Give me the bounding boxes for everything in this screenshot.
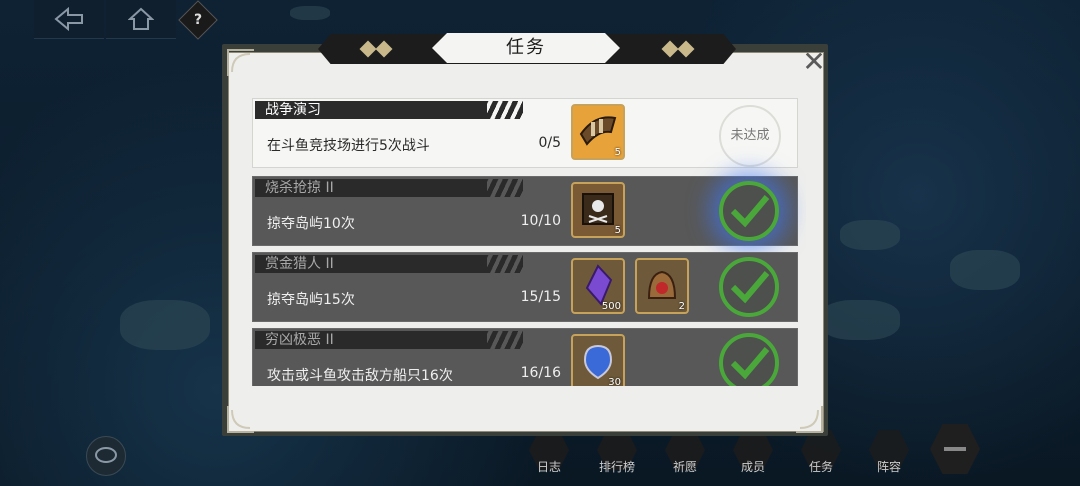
question-icon: ? <box>193 12 203 28</box>
completed-check-button[interactable] <box>719 333 779 386</box>
dialog-title: 任务 <box>432 33 620 63</box>
quest-title: 烧杀抢掠 II <box>255 179 523 197</box>
minus-icon <box>944 447 966 451</box>
bottom-lineup-button[interactable]: 阵容 <box>860 430 918 480</box>
checkmark-icon <box>730 195 770 228</box>
bottom-log-button[interactable]: 日志 <box>520 430 578 480</box>
back-button[interactable] <box>34 0 104 39</box>
reward-item[interactable]: 500 <box>571 258 625 314</box>
quest-list[interactable]: 战争演习 在斗鱼竞技场进行5次战斗 0/5 5 未达成 烧杀抢掠 II 掠夺岛屿… <box>244 86 806 386</box>
checkmark-icon <box>730 271 770 304</box>
quest-description: 掠夺岛屿10次 <box>267 216 355 232</box>
close-button[interactable]: ✕ <box>800 48 828 76</box>
reward-item[interactable]: 5 <box>571 104 625 160</box>
completed-check-button[interactable] <box>719 257 779 317</box>
quest-row: 穷凶极恶 II 攻击或斗鱼攻击敌方船只16次 16/16 30 <box>252 328 798 386</box>
checkmark-icon <box>730 347 770 380</box>
reward-item[interactable]: 2 <box>635 258 689 314</box>
bottom-ranking-button[interactable]: 排行榜 <box>588 430 646 480</box>
chat-button[interactable] <box>86 436 126 476</box>
quest-description: 攻击或斗鱼攻击敌方船只16次 <box>267 368 453 384</box>
corner-ornament-icon <box>227 406 254 433</box>
back-arrow-icon <box>54 7 83 31</box>
quest-title: 战争演习 <box>255 101 523 119</box>
home-icon <box>128 7 154 30</box>
corner-ornament-icon <box>796 406 823 433</box>
quest-row: 烧杀抢掠 II 掠夺岛屿10次 10/10 5 <box>252 176 798 246</box>
home-button[interactable] <box>106 0 176 39</box>
quest-row: 战争演习 在斗鱼竞技场进行5次战斗 0/5 5 未达成 <box>252 98 798 168</box>
quest-title: 赏金猎人 II <box>255 255 523 273</box>
quest-progress: 10/10 <box>520 213 561 229</box>
quest-progress: 16/16 <box>520 365 561 381</box>
bell-icon <box>647 270 677 299</box>
reward-item[interactable]: 5 <box>571 182 625 238</box>
bottom-wish-button[interactable]: 祈愿 <box>656 430 714 480</box>
quest-progress: 15/15 <box>520 289 561 305</box>
purple-crystal-icon <box>585 264 613 306</box>
quest-description: 掠夺岛屿15次 <box>267 292 355 308</box>
quest-row: 赏金猎人 II 掠夺岛屿15次 15/15 500 2 <box>252 252 798 322</box>
close-icon: ✕ <box>802 45 826 78</box>
quest-description: 在斗鱼竞技场进行5次战斗 <box>267 138 430 154</box>
quest-progress: 0/5 <box>538 135 561 151</box>
quest-title: 穷凶极恶 II <box>255 331 523 349</box>
chat-bubble-icon <box>95 447 117 463</box>
status-incomplete-badge: 未达成 <box>719 105 781 167</box>
pirate-map-icon <box>582 193 614 225</box>
reward-item[interactable]: 30 <box>571 334 625 386</box>
completed-check-button[interactable] <box>719 181 779 241</box>
horn-icon <box>579 116 617 146</box>
bottom-members-button[interactable]: 成员 <box>724 430 782 480</box>
bottom-tasks-button[interactable]: 任务 <box>792 430 850 480</box>
blue-gem-icon <box>583 344 613 380</box>
corner-ornament-icon <box>227 49 254 76</box>
